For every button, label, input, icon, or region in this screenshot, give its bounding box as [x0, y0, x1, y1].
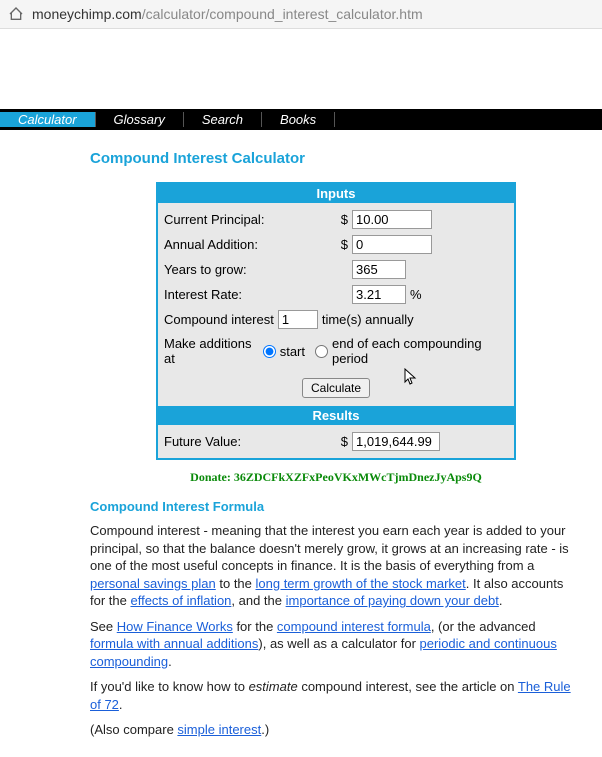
dollar-sign: $ — [334, 434, 348, 449]
label-future-value: Future Value: — [164, 434, 334, 449]
ad-space — [0, 29, 602, 109]
calculator-panel: Inputs Current Principal: $ Annual Addit… — [156, 182, 516, 460]
label-compound-suffix: time(s) annually — [322, 312, 414, 327]
url-path: /calculator/compound_interest_calculator… — [142, 6, 423, 22]
main-content: Compound Interest Calculator Inputs Curr… — [0, 130, 602, 757]
link-simple-interest[interactable]: simple interest — [177, 722, 261, 737]
paragraph-4: (Also compare simple interest.) — [90, 721, 582, 739]
nav-search[interactable]: Search — [184, 112, 262, 127]
nav-books[interactable]: Books — [262, 112, 335, 127]
label-additions-at: Make additions at — [164, 336, 259, 366]
input-addition[interactable] — [352, 235, 432, 254]
link-stock-growth[interactable]: long term growth of the stock market — [256, 576, 466, 591]
input-principal[interactable] — [352, 210, 432, 229]
link-how-finance[interactable]: How Finance Works — [117, 619, 233, 634]
label-addition: Annual Addition: — [164, 237, 334, 252]
cursor-icon — [404, 368, 418, 389]
nav-glossary[interactable]: Glossary — [96, 112, 184, 127]
paragraph-3: If you'd like to know how to estimate co… — [90, 678, 582, 713]
label-principal: Current Principal: — [164, 212, 334, 227]
inputs-header: Inputs — [158, 184, 514, 203]
radio-start[interactable] — [263, 345, 276, 358]
url-display[interactable]: moneychimp.com/calculator/compound_inter… — [32, 6, 423, 22]
url-domain: moneychimp.com — [32, 6, 142, 22]
paragraph-1: Compound interest - meaning that the int… — [90, 522, 582, 610]
nav-calculator[interactable]: Calculator — [0, 112, 96, 127]
paragraph-2: See How Finance Works for the compound i… — [90, 618, 582, 671]
label-end: end of each compounding period — [332, 336, 508, 366]
page-title: Compound Interest Calculator — [90, 150, 582, 167]
link-inflation[interactable]: effects of inflation — [130, 593, 231, 608]
link-formula[interactable]: compound interest formula — [277, 619, 431, 634]
input-years[interactable] — [352, 260, 406, 279]
output-future-value[interactable] — [352, 432, 440, 451]
link-savings-plan[interactable]: personal savings plan — [90, 576, 216, 591]
nav-bar: Calculator Glossary Search Books — [0, 109, 602, 130]
input-compound-times[interactable] — [278, 310, 318, 329]
input-rate[interactable] — [352, 285, 406, 304]
link-formula-additions[interactable]: formula with annual additions — [90, 636, 258, 651]
label-years: Years to grow: — [164, 262, 334, 277]
percent-sign: % — [410, 287, 422, 302]
results-body: Future Value: $ — [158, 425, 514, 458]
label-compound-prefix: Compound interest — [164, 312, 274, 327]
dollar-sign: $ — [334, 237, 348, 252]
home-icon[interactable] — [8, 6, 24, 22]
calculate-button[interactable]: Calculate — [302, 378, 370, 398]
donate-text: Donate: 36ZDCFkXZFxPeoVKxMWcTjmDnezJyAps… — [90, 470, 582, 485]
label-start: start — [280, 344, 305, 359]
results-header: Results — [158, 406, 514, 425]
inputs-body: Current Principal: $ Annual Addition: $ … — [158, 203, 514, 406]
address-bar: moneychimp.com/calculator/compound_inter… — [0, 0, 602, 29]
link-debt[interactable]: importance of paying down your debt — [286, 593, 499, 608]
radio-end[interactable] — [315, 345, 328, 358]
dollar-sign: $ — [334, 212, 348, 227]
article-heading: Compound Interest Formula — [90, 499, 582, 514]
label-rate: Interest Rate: — [164, 287, 334, 302]
